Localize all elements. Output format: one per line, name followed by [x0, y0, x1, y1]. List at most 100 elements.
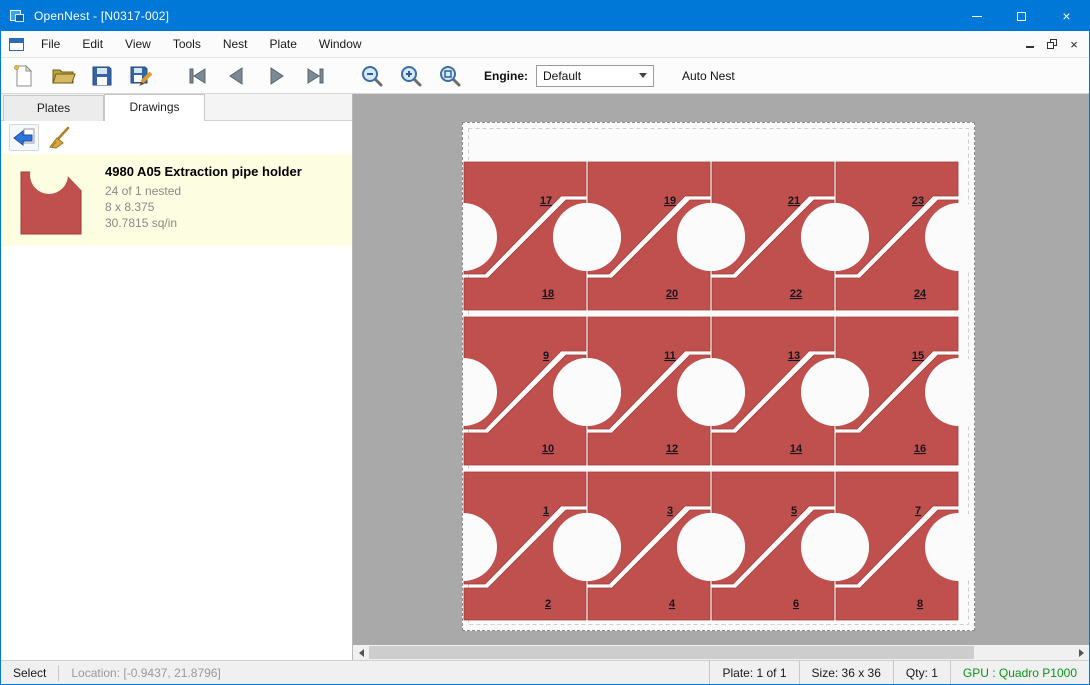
next-plate-button[interactable] — [261, 61, 291, 91]
part-number-label: 2 — [545, 598, 551, 610]
new-button[interactable] — [9, 61, 39, 91]
part-notch-cutout — [677, 203, 745, 271]
save-icon — [89, 63, 115, 89]
horizontal-scrollbar[interactable] — [353, 645, 1089, 660]
part-number-label: 6 — [793, 598, 799, 610]
menu-plate[interactable]: Plate — [259, 32, 308, 56]
scroll-left-button[interactable] — [353, 645, 369, 660]
previous-plate-button[interactable] — [222, 61, 252, 91]
zoom-out-icon — [359, 63, 385, 89]
status-right-group: Plate: 1 of 1 Size: 36 x 36 Qty: 1 GPU :… — [709, 661, 1089, 684]
zoom-fit-icon — [437, 63, 463, 89]
statusbar: Select Location: [-0.9437, 21.8796] Plat… — [1, 660, 1089, 684]
mdi-window-controls: × — [1019, 34, 1089, 54]
part-number-label: 14 — [790, 443, 803, 455]
mdi-close-button[interactable]: × — [1063, 34, 1085, 54]
last-plate-icon — [302, 63, 328, 89]
menu-nest[interactable]: Nest — [212, 32, 259, 56]
part-number-label: 23 — [912, 195, 924, 207]
engine-select[interactable]: Default — [536, 65, 654, 87]
minimize-icon — [972, 16, 982, 17]
part-number-label: 3 — [667, 505, 673, 517]
mdi-restore-icon — [1047, 39, 1057, 49]
main-toolbar: Engine: Default Auto Nest — [1, 58, 1089, 94]
back-arrow-icon — [11, 126, 37, 150]
close-button[interactable]: × — [1044, 1, 1089, 31]
auto-nest-button[interactable]: Auto Nest — [676, 65, 741, 87]
part-number-label: 1 — [543, 505, 549, 517]
close-icon: × — [1062, 9, 1070, 23]
next-plate-icon — [263, 63, 289, 89]
titlebar: OpenNest - [N0317-002] × — [1, 1, 1089, 31]
chevron-down-icon — [639, 73, 647, 78]
open-button[interactable] — [48, 61, 78, 91]
part-notch-cutout — [677, 358, 745, 426]
drawing-area: 30.7815 sq/in — [105, 215, 302, 231]
part-number-label: 22 — [790, 288, 802, 300]
part-notch-cutout — [801, 513, 869, 581]
part-number-label: 11 — [664, 350, 676, 362]
status-location: Location: [-0.9437, 21.8796] — [59, 661, 232, 684]
first-plate-button[interactable] — [183, 61, 213, 91]
menu-window[interactable]: Window — [308, 32, 373, 56]
open-folder-icon — [50, 63, 76, 89]
part-number-label: 12 — [666, 443, 678, 455]
first-plate-icon — [185, 63, 211, 89]
mdi-minimize-button[interactable] — [1019, 34, 1041, 54]
part-notch-cutout — [801, 203, 869, 271]
save-as-button[interactable] — [126, 61, 156, 91]
app-icon — [10, 8, 26, 24]
zoom-out-button[interactable] — [357, 61, 387, 91]
previous-plate-icon — [224, 63, 250, 89]
status-mode: Select — [1, 661, 58, 684]
part-notch-cutout — [553, 203, 621, 271]
menubar: File Edit View Tools Nest Plate Window × — [1, 31, 1089, 58]
drawing-list-item[interactable]: 4980 A05 Extraction pipe holder 24 of 1 … — [1, 154, 352, 246]
return-part-button[interactable] — [9, 124, 39, 151]
menu-edit[interactable]: Edit — [71, 32, 114, 56]
scroll-right-icon — [1079, 649, 1084, 657]
drawing-size: 8 x 8.375 — [105, 199, 302, 215]
part-number-label: 19 — [664, 195, 676, 207]
tab-plates[interactable]: Plates — [3, 95, 104, 121]
main-area: Plates Drawings — [1, 94, 1089, 660]
mdi-close-icon: × — [1070, 38, 1078, 51]
part-number-label: 5 — [791, 505, 797, 517]
sidebar: Plates Drawings — [1, 94, 353, 660]
status-gpu: GPU : Quadro P1000 — [950, 661, 1089, 684]
engine-label: Engine: — [484, 69, 528, 83]
maximize-button[interactable] — [999, 1, 1044, 31]
scroll-right-button[interactable] — [1073, 645, 1089, 660]
last-plate-button[interactable] — [300, 61, 330, 91]
zoom-in-button[interactable] — [396, 61, 426, 91]
part-number-label: 4 — [669, 598, 676, 610]
drawing-title: 4980 A05 Extraction pipe holder — [105, 164, 302, 179]
menu-tools[interactable]: Tools — [162, 32, 212, 56]
part-number-label: 9 — [543, 350, 549, 362]
nest-canvas[interactable]: 171819202122232491011121314151612345678 — [353, 94, 1089, 660]
part-notch-cutout — [553, 358, 621, 426]
engine-value: Default — [537, 69, 639, 83]
part-number-label: 10 — [542, 443, 554, 455]
menu-view[interactable]: View — [114, 32, 162, 56]
scrollbar-thumb[interactable] — [369, 646, 974, 659]
part-number-label: 13 — [788, 350, 800, 362]
clear-button[interactable] — [45, 124, 75, 151]
part-number-label: 15 — [912, 350, 924, 362]
save-button[interactable] — [87, 61, 117, 91]
minimize-button[interactable] — [954, 1, 999, 31]
menu-file[interactable]: File — [30, 32, 71, 56]
mdi-restore-button[interactable] — [1041, 34, 1063, 54]
tab-drawings[interactable]: Drawings — [104, 94, 205, 121]
plate[interactable]: 171819202122232491011121314151612345678 — [462, 122, 975, 631]
zoom-fit-button[interactable] — [435, 61, 465, 91]
part-number-label: 18 — [542, 288, 554, 300]
window-title: OpenNest - [N0317-002] — [34, 9, 169, 23]
part-notch-cutout — [801, 358, 869, 426]
part-thumbnail — [15, 160, 89, 238]
scrollbar-track[interactable] — [369, 645, 1073, 660]
broom-icon — [47, 126, 73, 150]
sidebar-tabs: Plates Drawings — [1, 94, 352, 121]
part-number-label: 21 — [788, 195, 800, 207]
drawing-info: 4980 A05 Extraction pipe holder 24 of 1 … — [105, 160, 302, 238]
